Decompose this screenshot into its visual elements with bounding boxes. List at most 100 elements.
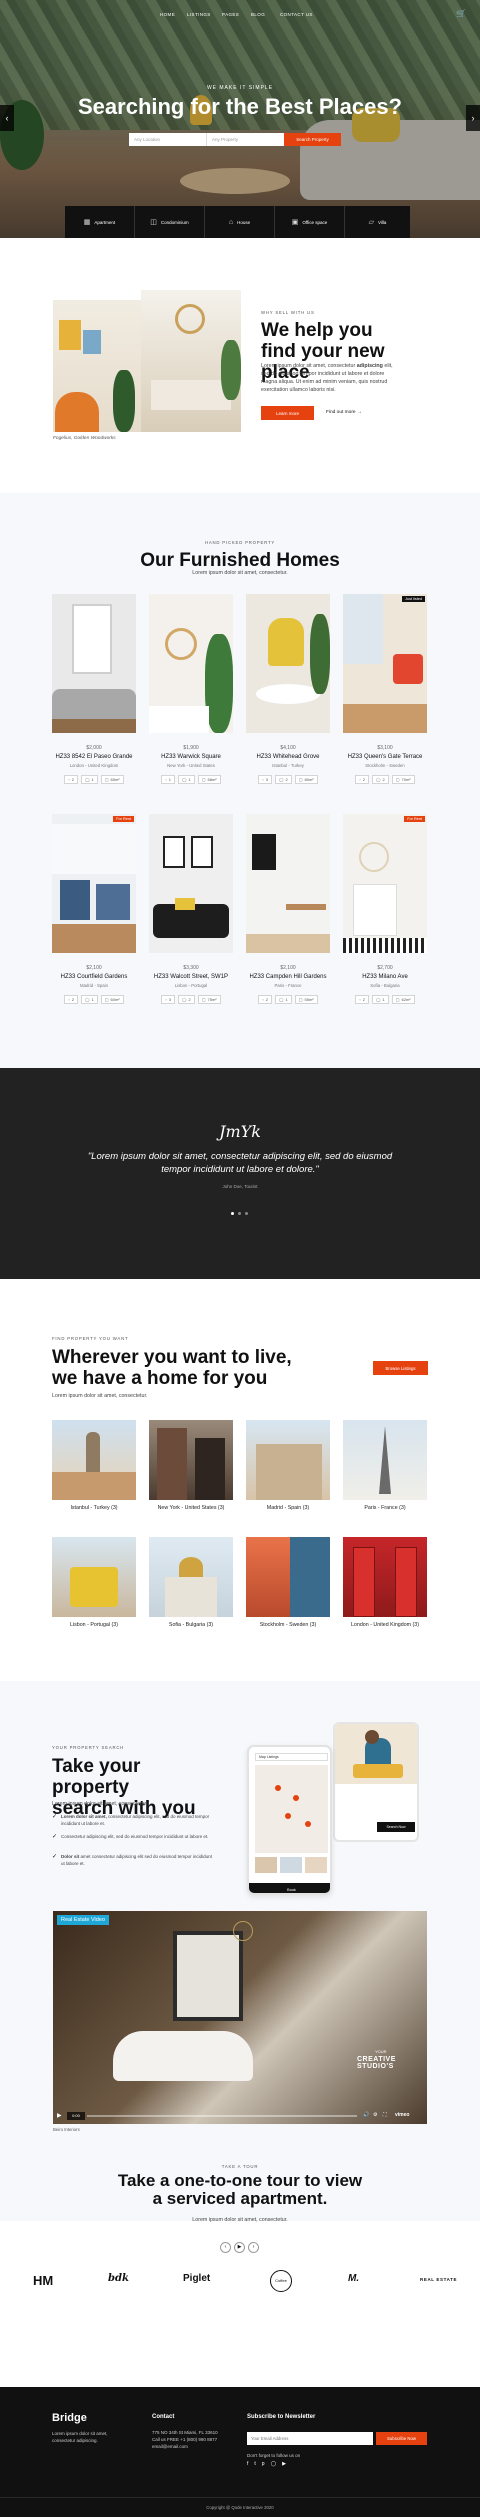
settings-icon[interactable]: ⚙ xyxy=(373,2112,377,2118)
home-card-title[interactable]: HZ33 Milano Ave xyxy=(343,974,427,980)
tour-next-icon[interactable]: › xyxy=(248,2242,259,2253)
footer-email[interactable]: email@email.com xyxy=(152,2443,188,2450)
category-house[interactable]: ⌂ House xyxy=(205,206,275,238)
home-card-meta: ▫ 3 ◯ 2 ▢ 75m² xyxy=(149,995,233,1004)
city-label[interactable]: London - United Kingdom (3) xyxy=(343,1622,427,1628)
home-card-image-3[interactable] xyxy=(246,594,330,733)
city-image-stockholm[interactable] xyxy=(246,1537,330,1617)
youtube-icon[interactable]: ▶ xyxy=(282,2461,286,2467)
home-card-meta: ▫ 2 ◯ 1 ▢ 60m² xyxy=(52,995,136,1004)
volume-icon[interactable]: 🔊 xyxy=(363,2112,369,2118)
slider-dot-active[interactable] xyxy=(231,1212,234,1215)
property-type-select[interactable]: Any Property xyxy=(206,133,284,146)
bed-icon: ▫ xyxy=(359,997,361,1002)
nav-home[interactable]: HOME xyxy=(160,12,175,17)
instagram-icon[interactable]: ◯ xyxy=(271,2461,277,2467)
video-progress-bar[interactable] xyxy=(87,2115,357,2117)
home-card-title[interactable]: HZ33 Campden Hill Gardens xyxy=(246,974,330,980)
home-card-title[interactable]: HZ33 Warwick Square xyxy=(149,754,233,760)
city-image-sofia[interactable] xyxy=(149,1537,233,1617)
category-villa[interactable]: ▱ Villa xyxy=(345,206,410,238)
facebook-icon[interactable]: f xyxy=(247,2461,248,2467)
search-property-button[interactable]: Search Property xyxy=(284,133,341,146)
hero-prev-arrow[interactable]: ‹ xyxy=(0,105,14,131)
phone-map xyxy=(255,1765,328,1853)
partner-logo-real-estate[interactable]: REAL ESTATE xyxy=(420,2277,457,2282)
nav-listings[interactable]: LISTINGS xyxy=(187,12,211,17)
newsletter-email-input[interactable] xyxy=(247,2432,373,2445)
cart-icon[interactable]: 🛒 xyxy=(456,9,466,18)
bed-icon: ▫ xyxy=(68,777,70,782)
video-title[interactable]: Real Estate Video xyxy=(57,1915,109,1925)
location-select[interactable]: Any Location xyxy=(129,133,207,146)
bed-icon: ▫ xyxy=(262,777,264,782)
partner-logo-bdk[interactable]: bdk xyxy=(108,2273,129,2284)
city-label[interactable]: Lisbon - Portugal (3) xyxy=(52,1622,136,1628)
video-player[interactable]: Real Estate Video YOUR CREATIVE STUDIO'S… xyxy=(53,1911,427,2124)
find-out-more-link[interactable]: Find out more → xyxy=(326,410,362,415)
partner-logo-piglet[interactable]: Piglet xyxy=(183,2273,210,2284)
city-image-paris[interactable] xyxy=(343,1420,427,1500)
footer-phone[interactable]: Call us FREE +1 (800) 990 8877 xyxy=(152,2436,217,2443)
city-image-istanbul[interactable] xyxy=(52,1420,136,1500)
home-card-title[interactable]: HZ33 Queen's Gate Terrace xyxy=(343,754,427,760)
vimeo-logo: vimeo xyxy=(395,2112,410,2118)
house-icon: ⌂ xyxy=(228,218,234,226)
help-body: Lorem ipsum dolor sit amet, consectetur … xyxy=(261,363,393,393)
home-card-title[interactable]: HZ33 Whitehead Grove xyxy=(246,754,330,760)
home-card-badge-8: For Rent xyxy=(404,816,425,822)
city-label[interactable]: Madrid - Spain (3) xyxy=(246,1505,330,1511)
category-condominium[interactable]: ◫ Condominium xyxy=(135,206,205,238)
tablet-search-button: Search Now xyxy=(377,1822,415,1832)
home-card-title[interactable]: HZ33 Courtfield Gardens xyxy=(52,974,136,980)
home-card-meta: ▫ 3 ◯ 2 ▢ 80m² xyxy=(246,775,330,784)
nav-blog[interactable]: BLOG xyxy=(251,12,265,17)
city-label[interactable]: Paris - France (3) xyxy=(343,1505,427,1511)
footer-newsletter-title: Subscribe to Newsletter xyxy=(247,2414,316,2420)
city-image-london[interactable] xyxy=(343,1537,427,1617)
city-image-new-york[interactable] xyxy=(149,1420,233,1500)
home-card-image-4[interactable]: Just listed xyxy=(343,594,427,733)
pinterest-icon[interactable]: p xyxy=(262,2461,265,2467)
hero-next-arrow[interactable]: › xyxy=(466,105,480,131)
home-card-image-2[interactable] xyxy=(149,594,233,733)
partner-logo-m[interactable]: M. xyxy=(348,2273,359,2284)
home-card-title[interactable]: HZ33 Walcott Street, SW1P xyxy=(149,974,233,980)
home-card-image-8[interactable]: For Rent xyxy=(343,814,427,953)
nav-contact[interactable]: CONTACT US xyxy=(280,12,313,17)
city-label[interactable]: Sofia - Bulgaria (3) xyxy=(149,1622,233,1628)
play-icon[interactable]: ▶ xyxy=(57,2112,62,2119)
partner-logo-coffee[interactable]: Coffee xyxy=(270,2270,292,2292)
tour-prev-icon[interactable]: ‹ xyxy=(220,2242,231,2253)
bed-icon: ▫ xyxy=(165,777,167,782)
subscribe-button[interactable]: Subscribe Now xyxy=(376,2432,427,2445)
tour-play-icon[interactable]: ▶ xyxy=(234,2242,245,2253)
city-image-madrid[interactable] xyxy=(246,1420,330,1500)
twitter-icon[interactable]: t xyxy=(254,2461,255,2467)
area-icon: ▢ xyxy=(201,777,206,782)
city-label[interactable]: Stockholm - Sweden (3) xyxy=(246,1622,330,1628)
footer-brand[interactable]: Bridge xyxy=(52,2412,87,2424)
category-office-space[interactable]: ▣ Office space xyxy=(275,206,345,238)
check-icon: ✓ xyxy=(52,1854,58,1860)
city-label[interactable]: New York - United States (3) xyxy=(149,1505,233,1511)
city-image-lisbon[interactable] xyxy=(52,1537,136,1617)
app-title: Take your property search with you xyxy=(52,1756,196,1819)
nav-pages[interactable]: PAGES xyxy=(222,12,239,17)
slider-dot[interactable] xyxy=(245,1212,248,1215)
phone-book-button: Book xyxy=(249,1883,330,1893)
home-card-image-1[interactable] xyxy=(52,594,136,733)
home-card-image-7[interactable] xyxy=(246,814,330,953)
cities-kicker: FIND PROPERTY YOU WANT xyxy=(52,1336,129,1341)
home-card-image-6[interactable] xyxy=(149,814,233,953)
home-card-title[interactable]: HZ33 8542 El Paseo Grande xyxy=(52,754,136,760)
partner-logo-hm[interactable]: HM xyxy=(33,2273,53,2288)
city-label[interactable]: Istanbul - Turkey (3) xyxy=(52,1505,136,1511)
category-apartment[interactable]: ▦ Apartment xyxy=(65,206,135,238)
slider-dot[interactable] xyxy=(238,1212,241,1215)
learn-more-button[interactable]: Learn more xyxy=(261,406,314,420)
fullscreen-icon[interactable]: ⛶ xyxy=(383,2112,387,2118)
home-card-image-5[interactable]: For Rent xyxy=(52,814,136,953)
phone-map-title: Map Listings xyxy=(255,1753,328,1761)
browse-listings-button[interactable]: Browse Listings xyxy=(373,1361,428,1375)
